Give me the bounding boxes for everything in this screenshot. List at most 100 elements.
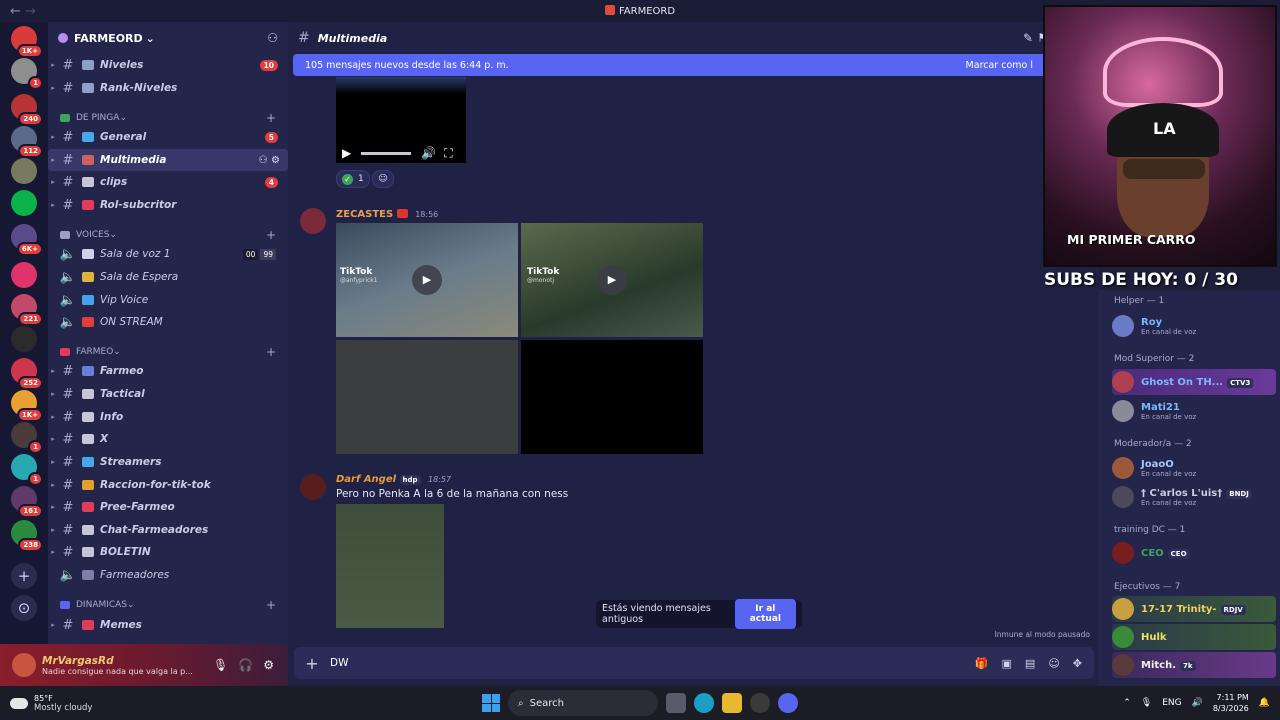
channel-item[interactable]: 🔈 ON STREAM: [48, 311, 288, 333]
channel-item[interactable]: ▸ # clips 4: [48, 171, 288, 193]
member-item[interactable]: 17-17 Trinity- RDJV: [1112, 596, 1276, 622]
add-member-icon[interactable]: ⚇: [267, 31, 278, 45]
chevron-up-icon[interactable]: ⌃: [1123, 698, 1131, 708]
mic-icon[interactable]: 🎙: [1141, 698, 1152, 708]
channel-item[interactable]: ▸ # Info: [48, 406, 288, 428]
jump-to-present-button[interactable]: Ir al actual: [734, 599, 796, 629]
category-header[interactable]: DE PINGA ⌄ +: [48, 110, 288, 126]
server-icon[interactable]: 1: [11, 422, 43, 454]
avatar[interactable]: [12, 653, 36, 677]
guild-header[interactable]: FARMEORD ⌄ ⚇: [48, 22, 288, 54]
server-icon[interactable]: 1: [11, 454, 43, 486]
server-icon[interactable]: 112: [11, 126, 43, 158]
server-icon[interactable]: [11, 158, 37, 184]
video-controls[interactable]: ▶ 🔊 ⛶: [336, 142, 466, 164]
channel-item[interactable]: ▸ # Chat-Farmeadores: [48, 519, 288, 541]
gift-icon[interactable]: 🎁: [975, 657, 989, 670]
channel-item[interactable]: ▸ # Farmeo: [48, 360, 288, 382]
attach-plus-icon[interactable]: +: [294, 654, 330, 673]
volume-slider[interactable]: [361, 151, 412, 155]
server-icon[interactable]: 221: [11, 294, 43, 326]
bell-icon[interactable]: 🔔: [1259, 698, 1270, 708]
language-indicator[interactable]: ENG: [1162, 698, 1181, 708]
video-tile[interactable]: TikTok @monotj ▶: [521, 223, 703, 337]
server-icon[interactable]: 161: [11, 486, 43, 518]
server-icon[interactable]: 1: [11, 58, 43, 90]
add-reaction-button[interactable]: ☺: [372, 170, 394, 188]
member-item[interactable]: Ghost On TH... CTV3: [1112, 369, 1276, 395]
obs-icon[interactable]: [750, 693, 770, 713]
server-icon[interactable]: 6K+: [11, 224, 43, 256]
task-view-icon[interactable]: [666, 693, 686, 713]
gif-icon[interactable]: ▣: [1002, 657, 1012, 670]
member-item[interactable]: CEO CEO: [1112, 540, 1276, 566]
server-icon[interactable]: 238: [11, 520, 43, 552]
channel-item[interactable]: ▸ # Rank-Niveles: [48, 77, 288, 99]
channel-item[interactable]: ▸ # Streamers: [48, 451, 288, 473]
discord-icon[interactable]: [778, 693, 798, 713]
volume-icon[interactable]: 🔊: [421, 146, 436, 160]
channel-item[interactable]: 🔈 Vip Voice: [48, 289, 288, 311]
author-name[interactable]: Darf Angel: [336, 474, 396, 485]
category-header[interactable]: VOICES ⌄ +: [48, 227, 288, 243]
discover-icon[interactable]: ⊙: [11, 595, 37, 621]
server-icon[interactable]: 1K+: [11, 26, 43, 58]
channel-item[interactable]: ▸ # Niveles 10: [48, 54, 288, 76]
new-messages-bar[interactable]: 105 mensajes nuevos desde las 6:44 p. m.…: [293, 54, 1045, 76]
member-item[interactable]: Mitch. 7k: [1112, 652, 1276, 678]
channel-item[interactable]: ▸ # BOLETIN: [48, 541, 288, 563]
search-box[interactable]: ⌕ Search: [508, 690, 658, 716]
add-channel-icon[interactable]: +: [266, 598, 276, 612]
member-item[interactable]: † C'arlos L'uis† BNDJ En canal de voz: [1112, 484, 1276, 510]
headphones-icon[interactable]: 🎧: [238, 658, 253, 672]
video-tile[interactable]: [336, 340, 518, 454]
file-explorer-icon[interactable]: [722, 693, 742, 713]
volume-icon[interactable]: 🔊: [1192, 698, 1203, 708]
avatar[interactable]: [300, 474, 326, 500]
emoji-icon[interactable]: ☺: [1048, 657, 1059, 670]
play-icon[interactable]: ▶: [342, 146, 351, 160]
channel-item[interactable]: ▸ # General 5: [48, 126, 288, 148]
avatar[interactable]: [300, 208, 326, 234]
add-server-icon[interactable]: +: [11, 563, 37, 589]
channel-item[interactable]: ▸ # Pree-Farmeo: [48, 496, 288, 518]
channel-settings-icons[interactable]: ⚇ ⚙: [259, 155, 280, 166]
add-channel-icon[interactable]: +: [266, 345, 276, 359]
video-tile[interactable]: [521, 340, 703, 454]
channel-item[interactable]: ▸ # X: [48, 428, 288, 450]
play-button[interactable]: ▶: [597, 265, 627, 295]
channel-item[interactable]: ▸ # Multimedia ⚇ ⚙: [48, 149, 288, 171]
category-header[interactable]: FARMEO ⌄ +: [48, 344, 288, 360]
server-icon[interactable]: 240: [11, 94, 43, 126]
server-icon[interactable]: [11, 190, 37, 216]
server-icon[interactable]: 252: [11, 358, 43, 390]
channel-item[interactable]: 🔈 Sala de Espera: [48, 266, 288, 288]
channel-item[interactable]: ▸ # Rol-subcritor: [48, 194, 288, 216]
edge-icon[interactable]: [694, 693, 714, 713]
image-attachment[interactable]: [336, 504, 444, 628]
reaction-check[interactable]: ✓ 1: [336, 170, 370, 188]
server-icon[interactable]: [11, 262, 37, 288]
windows-start-icon[interactable]: [482, 694, 500, 712]
apps-icon[interactable]: ✥: [1073, 657, 1082, 670]
channel-item[interactable]: 🔈 Sala de voz 1 00 99: [48, 243, 288, 265]
server-icon[interactable]: [11, 326, 37, 352]
clock[interactable]: 7:11 PM 8/3/2026: [1213, 692, 1249, 714]
channel-item[interactable]: 🔈 Farmeadores: [48, 564, 288, 586]
message-author[interactable]: Darf Angel hdp 18:57: [336, 474, 451, 485]
message-input[interactable]: [330, 657, 975, 669]
channel-item[interactable]: ▸ # Raccion-for-tik-tok: [48, 474, 288, 496]
play-button[interactable]: ▶: [412, 265, 442, 295]
video-tile[interactable]: TikTok @anfyprick1 ▶: [336, 223, 518, 337]
fullscreen-icon[interactable]: ⛶: [444, 146, 452, 161]
message-author[interactable]: ZECASTES 18:56: [336, 209, 438, 220]
add-channel-icon[interactable]: +: [266, 111, 276, 125]
channel-item[interactable]: ▸ # Memes: [48, 614, 288, 636]
server-icon[interactable]: 1K+: [11, 390, 43, 422]
category-header[interactable]: DINAMICAS ⌄ +: [48, 597, 288, 613]
mic-icon[interactable]: 🎙: [213, 658, 228, 672]
weather-widget[interactable]: 85°F Mostly cloudy: [10, 694, 92, 713]
channel-item[interactable]: ▸ # Tactical: [48, 383, 288, 405]
mark-as-read-button[interactable]: Marcar como l: [966, 60, 1033, 71]
add-channel-icon[interactable]: +: [266, 228, 276, 242]
